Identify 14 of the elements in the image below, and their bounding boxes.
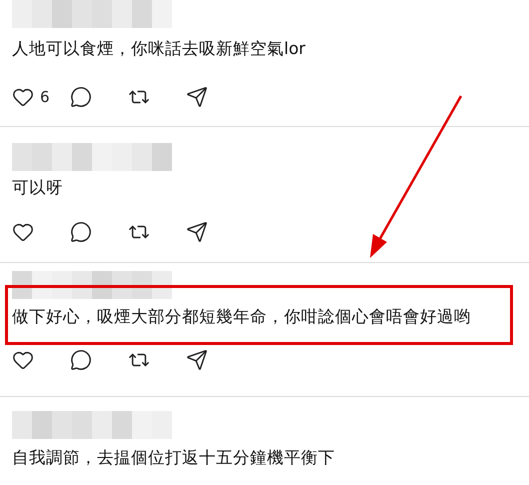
like-button[interactable]: 6 (12, 86, 70, 108)
comment-text: 做下好心，吸煙大部分都短幾年命，你咁諗個心會唔會好過哟 (12, 306, 472, 328)
speech-bubble-icon (70, 349, 92, 371)
comment-text: 可以呀 (12, 177, 64, 199)
paper-plane-icon (186, 86, 208, 108)
heart-icon (12, 221, 34, 243)
speech-bubble-icon (70, 221, 92, 243)
paper-plane-icon (186, 349, 208, 371)
speech-bubble-icon (70, 86, 92, 108)
comment-text: 自我調節，去揾個位打返十五分鐘機平衡下 (12, 447, 336, 469)
paper-plane-icon (186, 221, 208, 243)
heart-icon (12, 349, 34, 371)
comment-text: 人地可以食煙，你咪話去吸新鮮空氣lor (12, 38, 306, 60)
heart-icon (12, 86, 34, 108)
